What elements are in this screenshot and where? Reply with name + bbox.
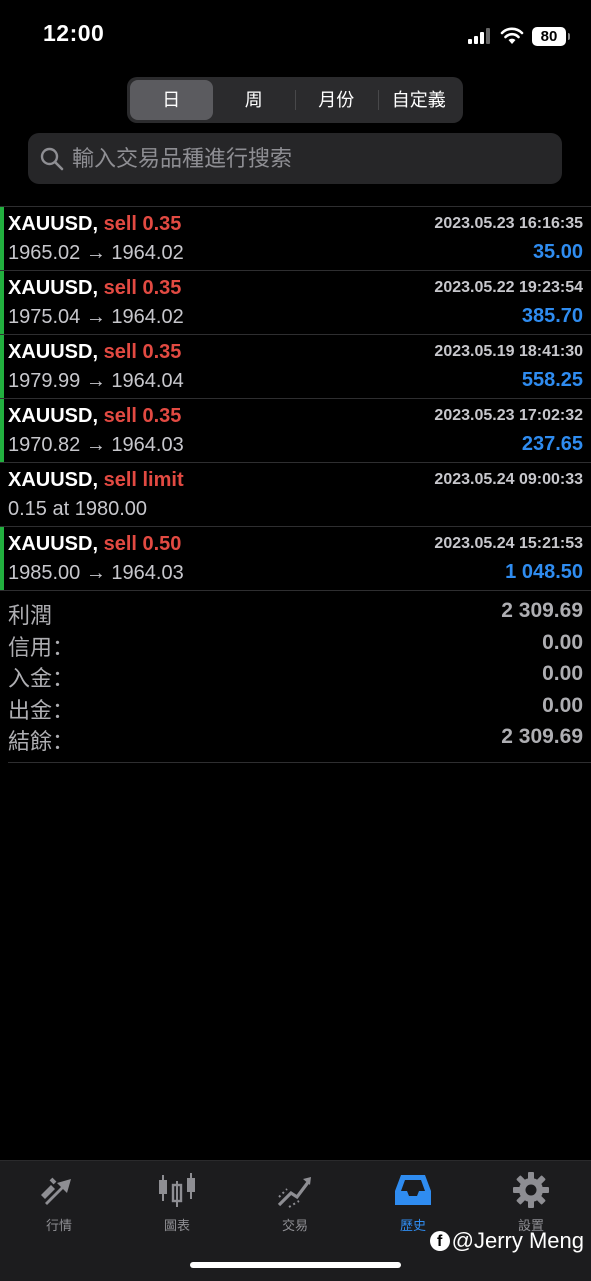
row-side: sell 0.35 (103, 277, 182, 299)
row-symbol: XAUUSD, (8, 533, 99, 555)
row-side: sell 0.35 (103, 405, 182, 427)
tab-day[interactable]: 日 (130, 80, 213, 120)
watermark-text: @Jerry Meng (451, 1228, 584, 1253)
row-time: 2023.05.24 15:21:53 (434, 535, 583, 552)
row-profit: 1 048.50 (505, 561, 583, 583)
summary-divider (8, 762, 591, 763)
row-time: 2023.05.22 19:23:54 (434, 279, 583, 296)
summary-label: 結餘： (8, 729, 75, 754)
summary-label: 入金： (8, 666, 75, 691)
tab-label: 行情 (45, 1218, 72, 1233)
summary-value: 2 309.69 (501, 599, 583, 622)
tab-custom[interactable]: 自定義 (377, 80, 461, 120)
summary-deposit: 入金： 0.00 (8, 661, 583, 693)
summary-value: 0.00 (542, 662, 583, 685)
tab-label: 交易 (281, 1218, 308, 1233)
summary-value: 0.00 (542, 693, 583, 717)
tab-history[interactable]: 歷史 (354, 1171, 472, 1234)
trade-trend-icon (277, 1177, 311, 1208)
row-symbol: XAUUSD, (8, 213, 99, 235)
wifi-icon (500, 27, 524, 44)
period-segmented-control: 日 周 月份 自定義 (127, 77, 463, 123)
status-time: 12:00 (43, 20, 105, 46)
row-symbol: XAUUSD, (8, 277, 99, 299)
summary-label: 利潤 (8, 603, 53, 628)
row-side: sell 0.50 (103, 533, 182, 555)
watermark: f @Jerry Meng (429, 1228, 584, 1254)
row-prices: 1979.99 → 1964.04 (8, 370, 184, 392)
gear-icon (513, 1172, 549, 1208)
row-profit: 35.00 (532, 241, 583, 263)
quotes-arrows-icon (41, 1177, 71, 1205)
summary-balance: 結餘： 2 309.69 (8, 724, 583, 756)
summary-credit: 信用： 0.00 (8, 630, 583, 662)
battery-indicator: 80 (532, 26, 570, 46)
row-prices: 1975.04 → 1964.02 (8, 306, 184, 328)
row-side: sell 0.35 (103, 213, 182, 235)
facebook-icon: f (429, 1231, 450, 1251)
history-row[interactable]: XAUUSD, sell 0.35 2023.05.23 16:16:35 19… (0, 206, 591, 270)
account-summary: 利潤 2 309.69 信用： 0.00 入金： 0.00 出金： 0.00 結… (8, 598, 583, 756)
history-row[interactable]: XAUUSD, sell 0.35 2023.05.23 17:02:32 19… (0, 398, 591, 462)
row-time: 2023.05.19 18:41:30 (434, 343, 583, 360)
status-icons: 80 (468, 24, 570, 48)
tab-trade[interactable]: 交易 (236, 1171, 354, 1234)
history-row[interactable]: XAUUSD, sell limit 2023.05.24 09:00:33 0… (0, 462, 591, 526)
summary-value: 2 309.69 (501, 725, 583, 748)
tab-settings[interactable]: 設置 (472, 1171, 590, 1234)
tab-label: 圖表 (163, 1218, 190, 1233)
row-time: 2023.05.23 16:16:35 (434, 215, 583, 232)
summary-label: 信用： (8, 634, 75, 660)
list-divider (0, 590, 591, 591)
search-box (28, 133, 562, 184)
history-row[interactable]: XAUUSD, sell 0.35 2023.05.19 18:41:30 19… (0, 334, 591, 398)
row-symbol: XAUUSD, (8, 469, 99, 491)
summary-label: 出金： (8, 697, 75, 723)
search-icon (40, 147, 64, 171)
row-profit: 558.25 (521, 369, 583, 391)
row-prices: 1970.82 → 1964.03 (8, 434, 184, 456)
status-bar: 12:00 80 (0, 0, 591, 70)
history-row[interactable]: XAUUSD, sell 0.35 2023.05.22 19:23:54 19… (0, 270, 591, 334)
home-indicator (190, 1262, 401, 1268)
row-side: sell limit (103, 469, 184, 491)
summary-profit: 利潤 2 309.69 (8, 598, 583, 630)
search-input[interactable] (70, 133, 542, 184)
row-side: sell 0.35 (103, 341, 182, 363)
row-profit: 237.65 (521, 433, 583, 455)
tab-month[interactable]: 月份 (295, 80, 378, 120)
candlestick-chart-icon (159, 1173, 195, 1207)
history-inbox-icon (395, 1175, 431, 1205)
cellular-signal-icon (468, 28, 490, 44)
row-prices: 1965.02 → 1964.02 (8, 242, 184, 264)
row-symbol: XAUUSD, (8, 405, 99, 427)
summary-withdrawal: 出金： 0.00 (8, 693, 583, 725)
row-time: 2023.05.23 17:02:32 (434, 407, 583, 424)
tab-quotes[interactable]: 行情 (0, 1171, 118, 1234)
row-time: 2023.05.24 09:00:33 (434, 471, 583, 488)
history-row[interactable]: XAUUSD, sell 0.50 2023.05.24 15:21:53 19… (0, 526, 591, 590)
row-symbol: XAUUSD, (8, 341, 99, 363)
tab-week[interactable]: 周 (213, 80, 296, 120)
row-prices: 0.15 at 1980.00 (8, 498, 148, 520)
summary-value: 0.00 (542, 630, 583, 654)
row-prices: 1985.00 → 1964.03 (8, 562, 184, 584)
tab-chart[interactable]: 圖表 (118, 1171, 236, 1234)
row-profit: 385.70 (521, 305, 583, 327)
history-list: XAUUSD, sell 0.35 2023.05.23 16:16:35 19… (0, 206, 591, 591)
